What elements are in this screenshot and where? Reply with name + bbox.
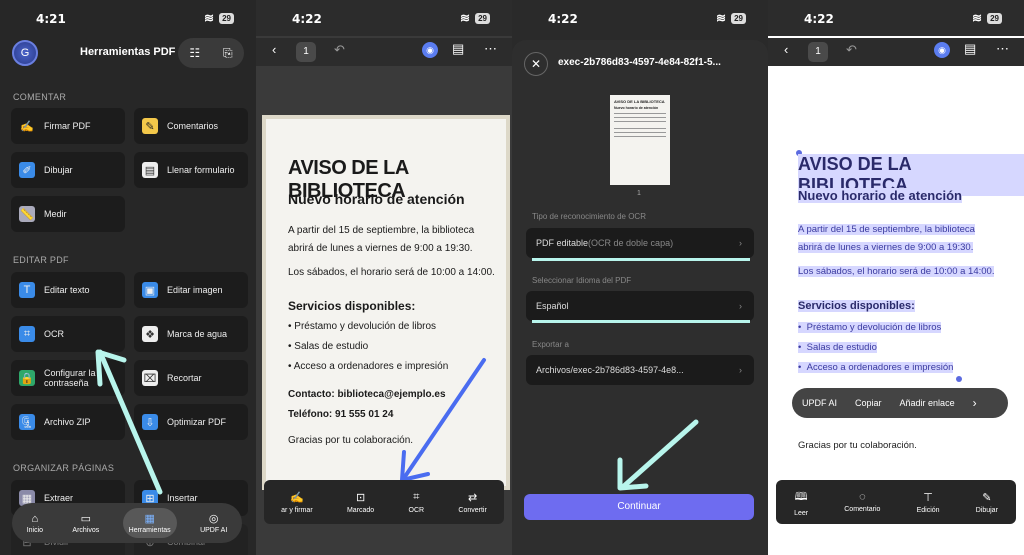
clock: 4:22: [804, 12, 834, 26]
pointer-arrow: [617, 419, 699, 491]
pointer-arrow: [400, 358, 486, 482]
toolbar-label: Dibujar: [975, 506, 998, 514]
undo-icon[interactable]: ↶: [846, 42, 857, 58]
doc-p1a[interactable]: A partir del 15 de septiembre, la biblio…: [798, 224, 975, 235]
tab-inicio[interactable]: ⌂ Inicio: [21, 509, 49, 538]
toolbar-sign[interactable]: ✍ ar y firmar: [281, 491, 313, 514]
edit-icon: ⊤: [923, 491, 933, 504]
doc-p2[interactable]: Los sábados, el horario será de 10:00 a …: [798, 266, 995, 277]
selection-handle-end[interactable]: [956, 376, 962, 382]
toolbar-label: Convertir: [458, 506, 487, 514]
screen-viewer: 4:22 ≋ 29 ‹ 1 ↶ ◉ ▤ ⋯ AVISO DE LA BIBLIOT…: [256, 0, 512, 555]
tab-updf-ai[interactable]: ◎ UPDF AI: [194, 508, 233, 538]
screen-ocr-settings: 4:22 ≋ 29 ✕ exec-2b786d83-4597-4e84-82f1-…: [512, 0, 768, 555]
home-icon: ⌂: [31, 512, 39, 525]
back-icon[interactable]: ‹: [784, 42, 788, 57]
service-text: Salas de estudio: [806, 342, 877, 353]
service-text: Acceso a ordenadores e impresión: [806, 362, 954, 373]
doc-service-item[interactable]: • Acceso a ordenadores e impresión: [798, 362, 954, 373]
outline-icon[interactable]: ▤: [964, 41, 976, 57]
ocr-result-page: AVISO DE LA BIBLIOTECA Nuevo horario de …: [768, 110, 1024, 480]
toolbar-label: OCR: [408, 506, 425, 514]
ai-icon[interactable]: ◉: [934, 42, 950, 58]
menu-anadir-enlace[interactable]: Añadir enlace: [900, 398, 955, 408]
viewer-toolbar: 🕮 Leer ◌ Comentario ⊤ Edición ✎ Dibujar: [776, 480, 1016, 524]
doc-services-title[interactable]: Servicios disponibles:: [798, 300, 915, 312]
markup-icon: ⊡: [355, 491, 366, 504]
tab-label: UPDF AI: [200, 527, 228, 534]
ai-icon: ◎: [208, 513, 219, 525]
folder-icon: ▭: [80, 513, 92, 525]
selection-context-menu: UPDF AI Copiar Añadir enlace ›: [792, 388, 1008, 418]
toolbar-label: Leer: [794, 509, 809, 517]
tab-bar: ⌂ Inicio ▭ Archivos ▦ Herramientas ◎ UPDF AI: [12, 503, 242, 543]
toolbar-markup[interactable]: ⊡ Marcado: [347, 491, 374, 514]
doc-p1b[interactable]: abrirá de lunes a viernes de 9:00 a 19:3…: [798, 242, 974, 253]
viewer-toolbar: ✍ ar y firmar ⊡ Marcado ⌗ OCR ⇄ Convertir: [264, 480, 504, 524]
pen-icon: ✎: [982, 491, 992, 504]
pointer-arrow: [95, 349, 163, 495]
doc-subtitle[interactable]: Nuevo horario de atención: [798, 188, 962, 203]
toolbar-label: ar y firmar: [281, 506, 313, 514]
wifi-icon: ≋: [972, 11, 983, 25]
tools-icon: ▦: [144, 513, 155, 525]
doc-thanks: Gracias por tu colaboración.: [798, 440, 917, 451]
menu-updf-ai[interactable]: UPDF AI: [802, 398, 837, 408]
toolbar-comment[interactable]: ◌ Comentario: [844, 491, 880, 513]
battery-icon: 29: [987, 12, 1002, 24]
continue-button[interactable]: Continuar: [524, 494, 754, 520]
tab-archivos[interactable]: ▭ Archivos: [66, 508, 105, 538]
toolbar-draw[interactable]: ✎ Dibujar: [976, 491, 998, 514]
toolbar-label: Marcado: [346, 506, 375, 514]
toolbar-ocr[interactable]: ⌗ OCR: [409, 491, 425, 514]
tab-herramientas[interactable]: ▦ Herramientas: [122, 508, 177, 538]
status-bar: 4:22 ≋ 29: [768, 0, 1024, 36]
toolbar-convert[interactable]: ⇄ Convertir: [458, 491, 486, 514]
book-icon: 🕮: [794, 490, 808, 503]
chevron-right-icon[interactable]: ›: [973, 396, 977, 410]
screen-tools: 4:21 ≋ 29 G Herramientas PDF ☷ ⎘ COMENTAR…: [0, 0, 256, 555]
toolbar-label: Comentario: [844, 506, 881, 513]
service-text: Préstamo y devolución de libros: [806, 322, 942, 333]
page-number[interactable]: 1: [808, 42, 828, 62]
toolbar-edit[interactable]: ⊤ Edición: [917, 491, 940, 514]
doc-service-item[interactable]: • Préstamo y devolución de libros: [798, 322, 942, 333]
tab-label: Inicio: [26, 526, 44, 534]
tab-label: Herramientas: [128, 527, 171, 534]
toolbar-read[interactable]: 🕮 Leer: [794, 488, 808, 517]
screen-result: 4:22 ≋ 29 ‹ 1 ↶ ◉ ▤ ⋯ AVISO DE LA BIBLIOT…: [768, 0, 1024, 555]
menu-copiar[interactable]: Copiar: [855, 398, 882, 408]
comment-icon: ◌: [859, 491, 866, 503]
convert-icon: ⇄: [467, 491, 478, 504]
sign-icon: ✍: [290, 491, 304, 504]
toolbar-label: Edición: [916, 506, 940, 514]
ocr-icon: ⌗: [413, 490, 420, 503]
doc-service-item[interactable]: • Salas de estudio: [798, 342, 877, 353]
more-icon[interactable]: ⋯: [996, 41, 1009, 57]
viewer-nav: ‹ 1 ↶ ◉ ▤ ⋯: [768, 38, 1024, 66]
tab-label: Archivos: [72, 527, 100, 534]
